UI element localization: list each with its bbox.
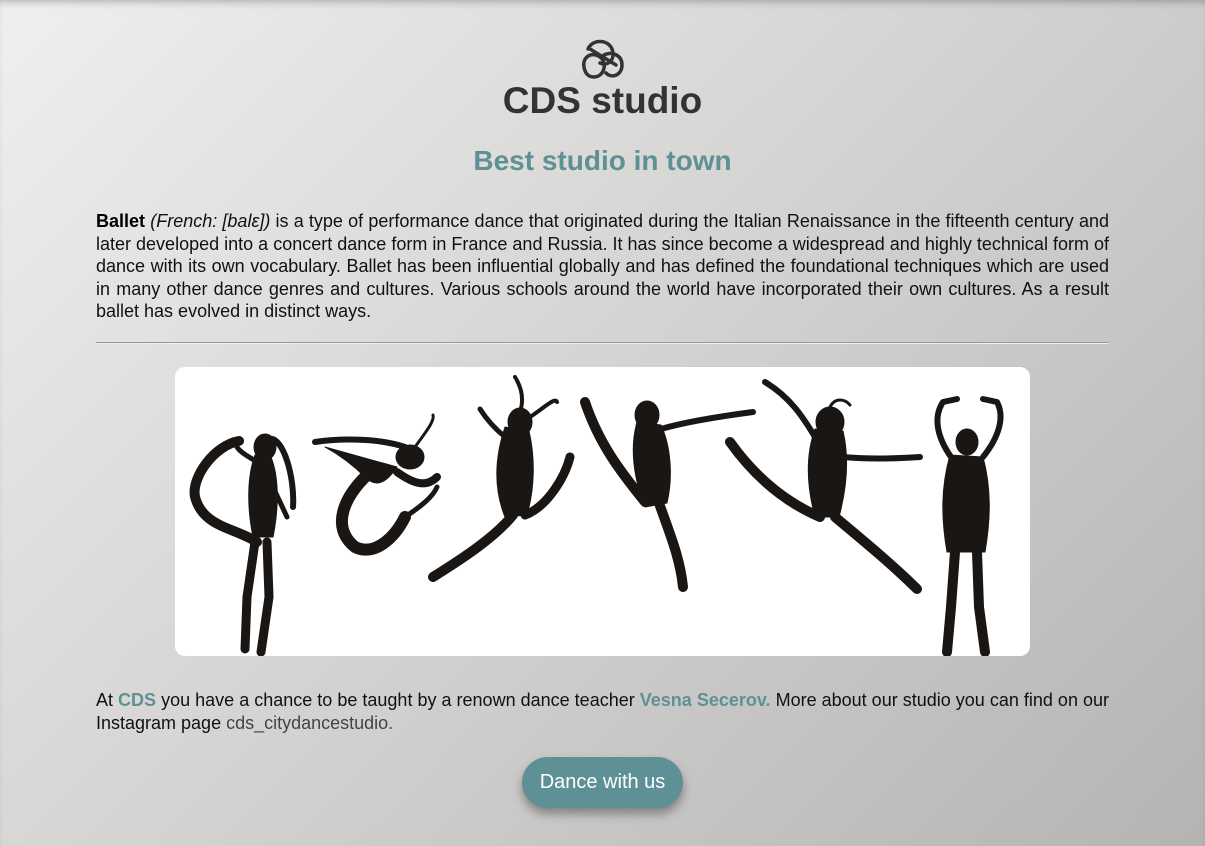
intro-term: Ballet	[96, 211, 146, 231]
about-middle: you have a chance to be taught by a reno…	[156, 690, 640, 710]
teacher-name-highlight: Vesna Secerov.	[639, 690, 771, 710]
divider	[96, 342, 1109, 344]
dancer-silhouette-4	[580, 397, 756, 592]
dancer-silhouette-6	[934, 396, 1004, 656]
instagram-link[interactable]: cds_citydancestudio.	[226, 713, 393, 733]
studio-name-highlight: CDS	[118, 690, 157, 710]
dancers-silhouettes	[189, 375, 1004, 656]
dancers-hero-image	[175, 367, 1030, 656]
site-title: CDS studio	[502, 80, 703, 121]
about-paragraph: At CDS you have a chance to be taught by…	[96, 689, 1109, 734]
dancer-silhouette-1	[189, 433, 297, 656]
intro-paragraph: Ballet (French: [balɛ]) is a type of per…	[96, 210, 1109, 323]
tagline: Best studio in town	[473, 145, 732, 176]
ballet-shoes-icon	[582, 39, 624, 79]
about-prefix: At	[96, 690, 119, 710]
dancer-silhouette-5	[725, 379, 923, 594]
dancer-silhouette-2	[312, 413, 441, 556]
intro-pronunciation: (French: [balɛ])	[150, 211, 271, 231]
dance-with-us-button[interactable]: Dance with us	[522, 757, 683, 808]
dancer-silhouette-3	[428, 375, 575, 582]
